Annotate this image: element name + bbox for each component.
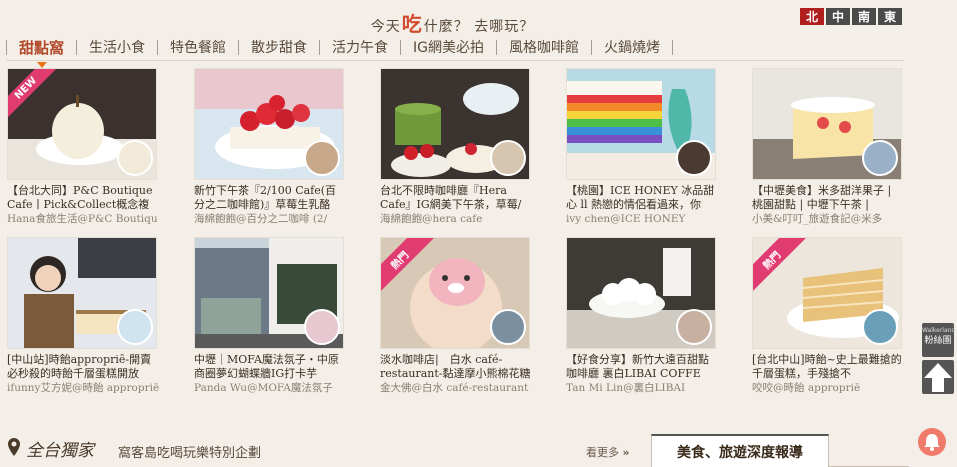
exclusive-title: 全台獨家 [26,441,94,461]
avatar [304,309,340,345]
tab-stroll-sweets[interactable]: 散步甜食 [251,37,307,57]
region-south-button[interactable]: 南 [852,8,876,25]
fanpage-widget-button[interactable]: Walkerland 粉絲團 [922,323,956,357]
article-author[interactable]: Hana食旅生活@P&C Boutiqu [7,212,159,226]
region-north-button[interactable]: 北 [800,8,824,25]
article-title[interactable]: [台北中山]時飴~史上最難搶的千層蛋糕，手殘搶不 [752,353,904,381]
article-card[interactable]: NEW 【台北大同】P&C Boutique Cafe丨Pick&Collect… [7,68,159,226]
exclusive-subtitle: 窩客島吃喝玩樂特別企劃 [118,446,262,461]
slogan-post: 什麼？ 去哪玩？ [423,19,535,35]
article-thumbnail[interactable] [7,237,157,349]
avatar [862,309,898,345]
tab-divider [591,39,592,55]
article-author[interactable]: 咬咬@時飴 appropriē [752,381,904,395]
avatar [490,140,526,176]
see-more-label: 看更多 [586,446,619,459]
article-thumbnail[interactable] [566,237,716,349]
slogan-pre: 今天 [370,19,401,35]
avatar [676,309,712,345]
tab-in-depth-report[interactable]: 美食、旅遊深度報導 [651,434,829,467]
article-thumbnail[interactable] [194,237,344,349]
article-thumbnail[interactable] [566,68,716,180]
see-more-link[interactable]: 看更多 » [586,444,630,460]
article-thumbnail[interactable]: 熱門 [380,237,530,349]
article-author[interactable]: 海綿飽飽@hera cafe [380,212,532,226]
arrow-up-icon [924,363,952,392]
tab-cafes[interactable]: 風格咖啡館 [509,37,579,57]
article-title[interactable]: 中壢｜MOFA魔法氛子・中原商圈夢幻蝴蝶牆IG打卡芋 [194,353,346,381]
article-title[interactable]: 台北不限時咖啡廳『Hera Cafe』IG網美下午茶，草莓/抹 [380,184,532,212]
notification-bell-button[interactable] [918,428,946,456]
tab-divider [496,39,497,55]
category-tabs: 甜點窩 生活小食 特色餐館 散步甜食 活力午食 IG網美必拍 風格咖啡館 火鍋燒… [6,36,906,68]
article-card[interactable]: 熱門 [台北中山]時飴~史上最難搶的千層蛋糕，手殘搶不 咬咬@時飴 approp… [752,237,904,395]
avatar [117,309,153,345]
fanpage-label: 粉絲團 [924,336,952,346]
article-card[interactable]: [中山站]時飴appropriē-開賣必秒殺的時飴千層蛋糕開放 ifunny艾方… [7,237,159,395]
tab-hotpot-bbq[interactable]: 火鍋燒烤 [604,37,660,57]
avatar [862,140,898,176]
slogan-highlight: 吃 [401,12,423,36]
back-to-top-button[interactable] [922,360,954,394]
article-author[interactable]: ivy chen@ICE HONEY [566,212,718,226]
article-title[interactable]: 新竹下午茶『2/100 Cafe(百分之二咖啡館)』草莓生乳酪 [194,184,346,212]
tab-divider [6,39,7,55]
avatar [117,140,153,176]
article-author[interactable]: 小美&叮叮_旅遊食記@米多 [752,212,904,226]
bell-icon [924,434,940,451]
article-thumbnail[interactable]: 熱門 [752,237,902,349]
article-author[interactable]: ifunny艾方妮@時飴 appropriē [7,381,159,395]
article-card[interactable]: 【桃園】ICE HONEY 冰品甜心 ll 熱戀的情侶看過來，你 ivy che… [566,68,718,226]
article-card[interactable]: 【好食分享】新竹大遠百甜點咖啡廳 裏白LIBAI COFFE Tan Mi Li… [566,237,718,395]
article-thumbnail[interactable]: NEW [7,68,157,180]
article-card[interactable]: 【中壢美食】米多甜洋果子 | 桃園甜點 | 中壢下午茶 | 小美&叮叮_旅遊食記… [752,68,904,226]
tab-divider [400,39,402,55]
article-title[interactable]: 【台北大同】P&C Boutique Cafe丨Pick&Collect概念複合 [7,184,159,212]
fanpage-brand: Walkerland [922,327,956,334]
avatar [676,140,712,176]
tab-lunch[interactable]: 活力午食 [332,37,388,57]
double-chevron-right-icon: » [622,446,630,459]
article-author[interactable]: Panda Wu@MOFA魔法氛子 [194,381,346,395]
avatar [490,309,526,345]
article-card[interactable]: 中壢｜MOFA魔法氛子・中原商圈夢幻蝴蝶牆IG打卡芋 Panda Wu@MOFA… [194,237,346,395]
tab-divider [76,39,78,55]
tab-desserts[interactable]: 甜點窩 [19,37,64,68]
slogan: 今天吃什麼？ 去哪玩？ [0,8,905,37]
tab-divider [319,39,321,55]
avatar [304,140,340,176]
article-thumbnail[interactable] [194,68,344,180]
tab-ig-spots[interactable]: IG網美必拍 [413,37,484,57]
article-title[interactable]: [中山站]時飴appropriē-開賣必秒殺的時飴千層蛋糕開放 [7,353,159,381]
article-thumbnail[interactable] [752,68,902,180]
article-title[interactable]: 【好食分享】新竹大遠百甜點咖啡廳 裏白LIBAI COFFE [566,353,718,381]
tab-restaurants[interactable]: 特色餐館 [170,37,226,57]
article-card[interactable]: 新竹下午茶『2/100 Cafe(百分之二咖啡館)』草莓生乳酪 海綿飽飽@百分之… [194,68,346,226]
region-central-button[interactable]: 中 [826,8,850,25]
article-author[interactable]: Tan Mi Lin@裏白LIBAI [566,381,718,395]
tabs-underline [6,60,904,61]
article-card[interactable]: 熱門 淡水咖啡店| 白水 café-restaurant-黏達摩小熊棉花糖咖啡 … [380,237,532,395]
article-title[interactable]: 淡水咖啡店| 白水 café-restaurant-黏達摩小熊棉花糖咖啡 [380,353,532,381]
article-title[interactable]: 【中壢美食】米多甜洋果子 | 桃園甜點 | 中壢下午茶 | [752,184,904,212]
region-selector: 北 中 南 東 [800,8,902,25]
tab-divider [238,39,240,55]
article-author[interactable]: 金大佛@白水 café-restaurant [380,381,532,395]
article-card[interactable]: 台北不限時咖啡廳『Hera Cafe』IG網美下午茶，草莓/抹 海綿飽飽@her… [380,68,532,226]
tab-divider [157,39,159,55]
article-thumbnail[interactable] [380,68,530,180]
location-pin-icon [8,438,20,456]
exclusive-section-header: 全台獨家 窩客島吃喝玩樂特別企劃 看更多 » 美食、旅遊深度報導 [6,432,909,467]
tab-divider [672,39,673,55]
article-title[interactable]: 【桃園】ICE HONEY 冰品甜心 ll 熱戀的情侶看過來，你 [566,184,718,212]
tab-snacks[interactable]: 生活小食 [89,37,145,57]
article-author[interactable]: 海綿飽飽@百分之二咖啡 (2/ [194,212,346,226]
region-east-button[interactable]: 東 [878,8,902,25]
